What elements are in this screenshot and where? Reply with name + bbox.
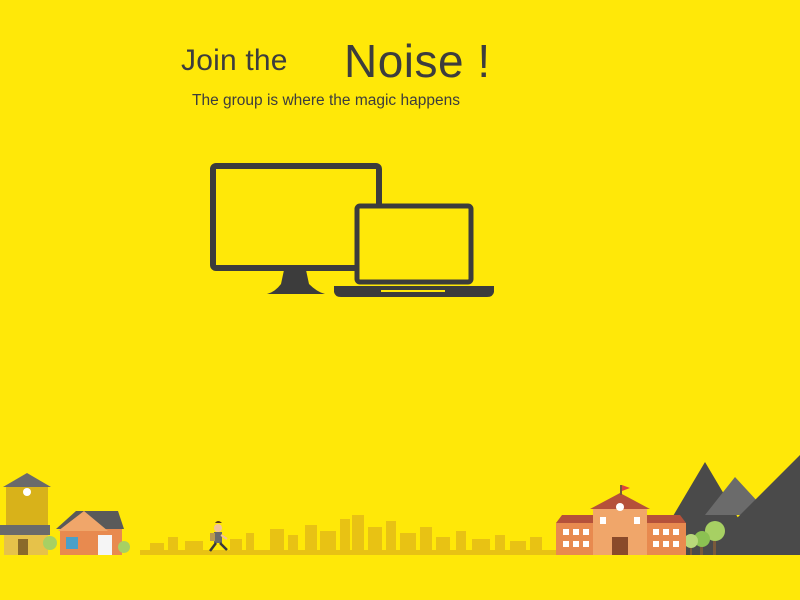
city-skyline <box>140 515 560 555</box>
laptop-icon <box>334 203 494 297</box>
headline-lead: Join the <box>181 44 288 77</box>
orange-house <box>56 511 130 555</box>
landing-hero: Join the Noise ! The group is where the … <box>0 0 800 600</box>
tower-house <box>0 473 57 555</box>
tagline: The group is where the magic happens <box>192 92 460 109</box>
desktop-monitor-icon <box>210 163 382 294</box>
devices-illustration <box>210 163 494 297</box>
town-illustration <box>0 455 800 555</box>
running-person <box>209 521 228 552</box>
school-building <box>556 485 686 555</box>
headline-emphasis: Noise ! <box>344 35 491 87</box>
